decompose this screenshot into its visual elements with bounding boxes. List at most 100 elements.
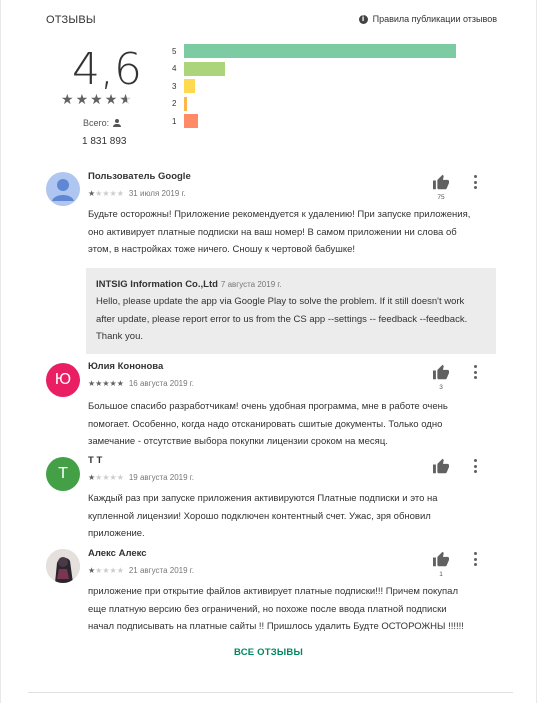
histogram-label: 5 [172,46,177,56]
star-icon: ★ [104,91,118,107]
review-line: помогает. Особенно, когда надо отсканиро… [88,418,443,430]
histogram-bar [184,114,198,128]
review-meta: ★★★★★ 16 августа 2019 г. [88,379,194,388]
star-icon: ★ [109,379,117,388]
person-icon [113,119,122,127]
star-icon: ★ [109,189,117,198]
thumbs-up-icon[interactable] [432,174,450,190]
review-line: этом, в настройках тоже ничего. Сношу к … [88,244,356,255]
histogram-bar [184,44,456,58]
all-reviews-button[interactable]: ВСЕ ОТЗЫВЫ [0,647,537,658]
star-icon: ★ [109,473,117,482]
histogram-row: 1 [172,114,198,128]
star-icon: ★ [75,91,89,107]
total-ratings-label: Всего: [83,118,122,128]
total-label-text: Всего: [83,118,110,128]
star-icon: ★ [109,566,117,575]
review-author: Юлия Кононова [88,361,164,372]
review-stars: ★★★★★ [88,473,124,482]
avatar [46,549,80,583]
review-line: Будьте осторожны! Приложение рекомендует… [88,209,471,220]
reply-author: INTSIG Information Co.,Ltd 7 августа 2019… [96,279,282,290]
review-line: еще платную версию без ограничений, но п… [88,603,447,615]
default-user-avatar-icon [46,172,80,206]
likes-count: 1 [439,571,443,578]
likes-count: 75 [437,194,445,201]
info-icon: i [358,14,368,24]
thumbs-up-icon[interactable] [432,551,450,567]
review-stars: ★★★★★ [88,566,124,575]
histogram-bar [184,79,195,93]
policy-link[interactable]: i Правила публикации отзывов [358,14,497,24]
total-ratings-count: 1 831 893 [82,136,127,147]
review-author: Алекс Алекс [88,548,147,559]
histogram-label: 4 [172,64,177,73]
reply-text: Hello, please update the app via Google … [96,293,491,346]
review-date: 31 июля 2019 г. [128,189,186,198]
thumbs-up-icon[interactable] [432,458,450,474]
histogram-label: 3 [172,81,177,91]
star-icon: ★ [116,189,124,198]
review-meta: ★★★★★ 21 августа 2019 г. [88,566,194,575]
histogram-bar [184,96,187,111]
histogram-bar [184,61,225,76]
avatar: Ю [46,363,80,397]
more-vert-icon[interactable] [473,552,477,566]
histogram-label: 1 [172,116,177,126]
average-rating: 4,6 [72,44,142,95]
review-line: купленной лицензии! Хорошо подключен кон… [88,510,431,522]
average-rating-stars: ★ ★ ★ ★ ★ [61,92,132,106]
more-vert-icon[interactable] [473,175,477,189]
review-date: 21 августа 2019 г. [128,566,194,575]
review-line: Большое спасибо разработчикам! очень удо… [88,401,448,412]
avatar: Т [46,457,80,491]
star-icon: ★ [116,473,124,482]
review-line: начал подписывать на платные сайты !! Пр… [88,621,464,632]
review-text: приложение при открытие файлов активируе… [88,583,464,636]
more-vert-icon[interactable] [473,459,477,473]
review-meta: ★★★★★ 31 июля 2019 г. [88,189,186,198]
reply-author-name: INTSIG Information Co.,Ltd [96,279,218,290]
review-line: приложение при открытие файлов активируе… [88,586,459,597]
review-stars: ★★★★★ [88,189,124,198]
review-line: приложение. [88,528,145,539]
review-author: Пользователь Google [88,171,191,182]
avatar-initial: Т [58,465,68,482]
review-line: оно активирует платные подписки на ваш н… [88,226,457,238]
star-icon: ★ [102,379,110,388]
policy-link-label: Правила публикации отзывов [372,14,497,24]
likes-count: 3 [439,384,443,391]
avatar-initial: Ю [54,371,72,388]
reply-line: after update, please report error to us … [96,313,468,325]
user-photo-avatar-icon [46,549,80,583]
review-text: Будьте осторожны! Приложение рекомендует… [88,206,470,259]
reply-line: Hello, please update the app via Google … [96,296,465,307]
reply-line: Thank you. [96,331,143,342]
review-date: 16 августа 2019 г. [128,379,194,388]
review-meta: ★★★★★ 19 августа 2019 г. [88,473,194,482]
developer-reply: INTSIG Information Co.,Ltd 7 августа 2019… [86,268,496,354]
review-stars: ★★★★★ [88,379,124,388]
star-icon: ★ [116,379,124,388]
reviews-header: ОТЗЫВЫ i Правила публикации отзывов [46,14,497,28]
section-title: ОТЗЫВЫ [46,14,96,26]
reply-date: 7 августа 2019 г. [220,280,282,289]
more-vert-icon[interactable] [473,365,477,379]
star-icon: ★ [102,189,110,198]
histogram-row: 2 [172,96,187,111]
star-icon: ★ [90,91,103,107]
star-icon: ★ [116,566,124,575]
avatar [46,172,80,206]
review-text: Каждый раз при запуске приложения активи… [88,490,438,543]
review-date: 19 августа 2019 г. [128,473,194,482]
thumbs-up-icon[interactable] [432,364,450,380]
star-icon: ★ [102,566,110,575]
star-icon: ★ [61,91,74,107]
review-line: Каждый раз при запуске приложения активи… [88,493,438,504]
histogram-label: 2 [172,99,177,108]
histogram-row: 5 [172,44,456,58]
histogram-row: 3 [172,79,195,93]
review-author: Т Т [88,455,103,466]
review-text: Большое спасибо разработчикам! очень удо… [88,398,448,451]
histogram-row: 4 [172,61,225,76]
